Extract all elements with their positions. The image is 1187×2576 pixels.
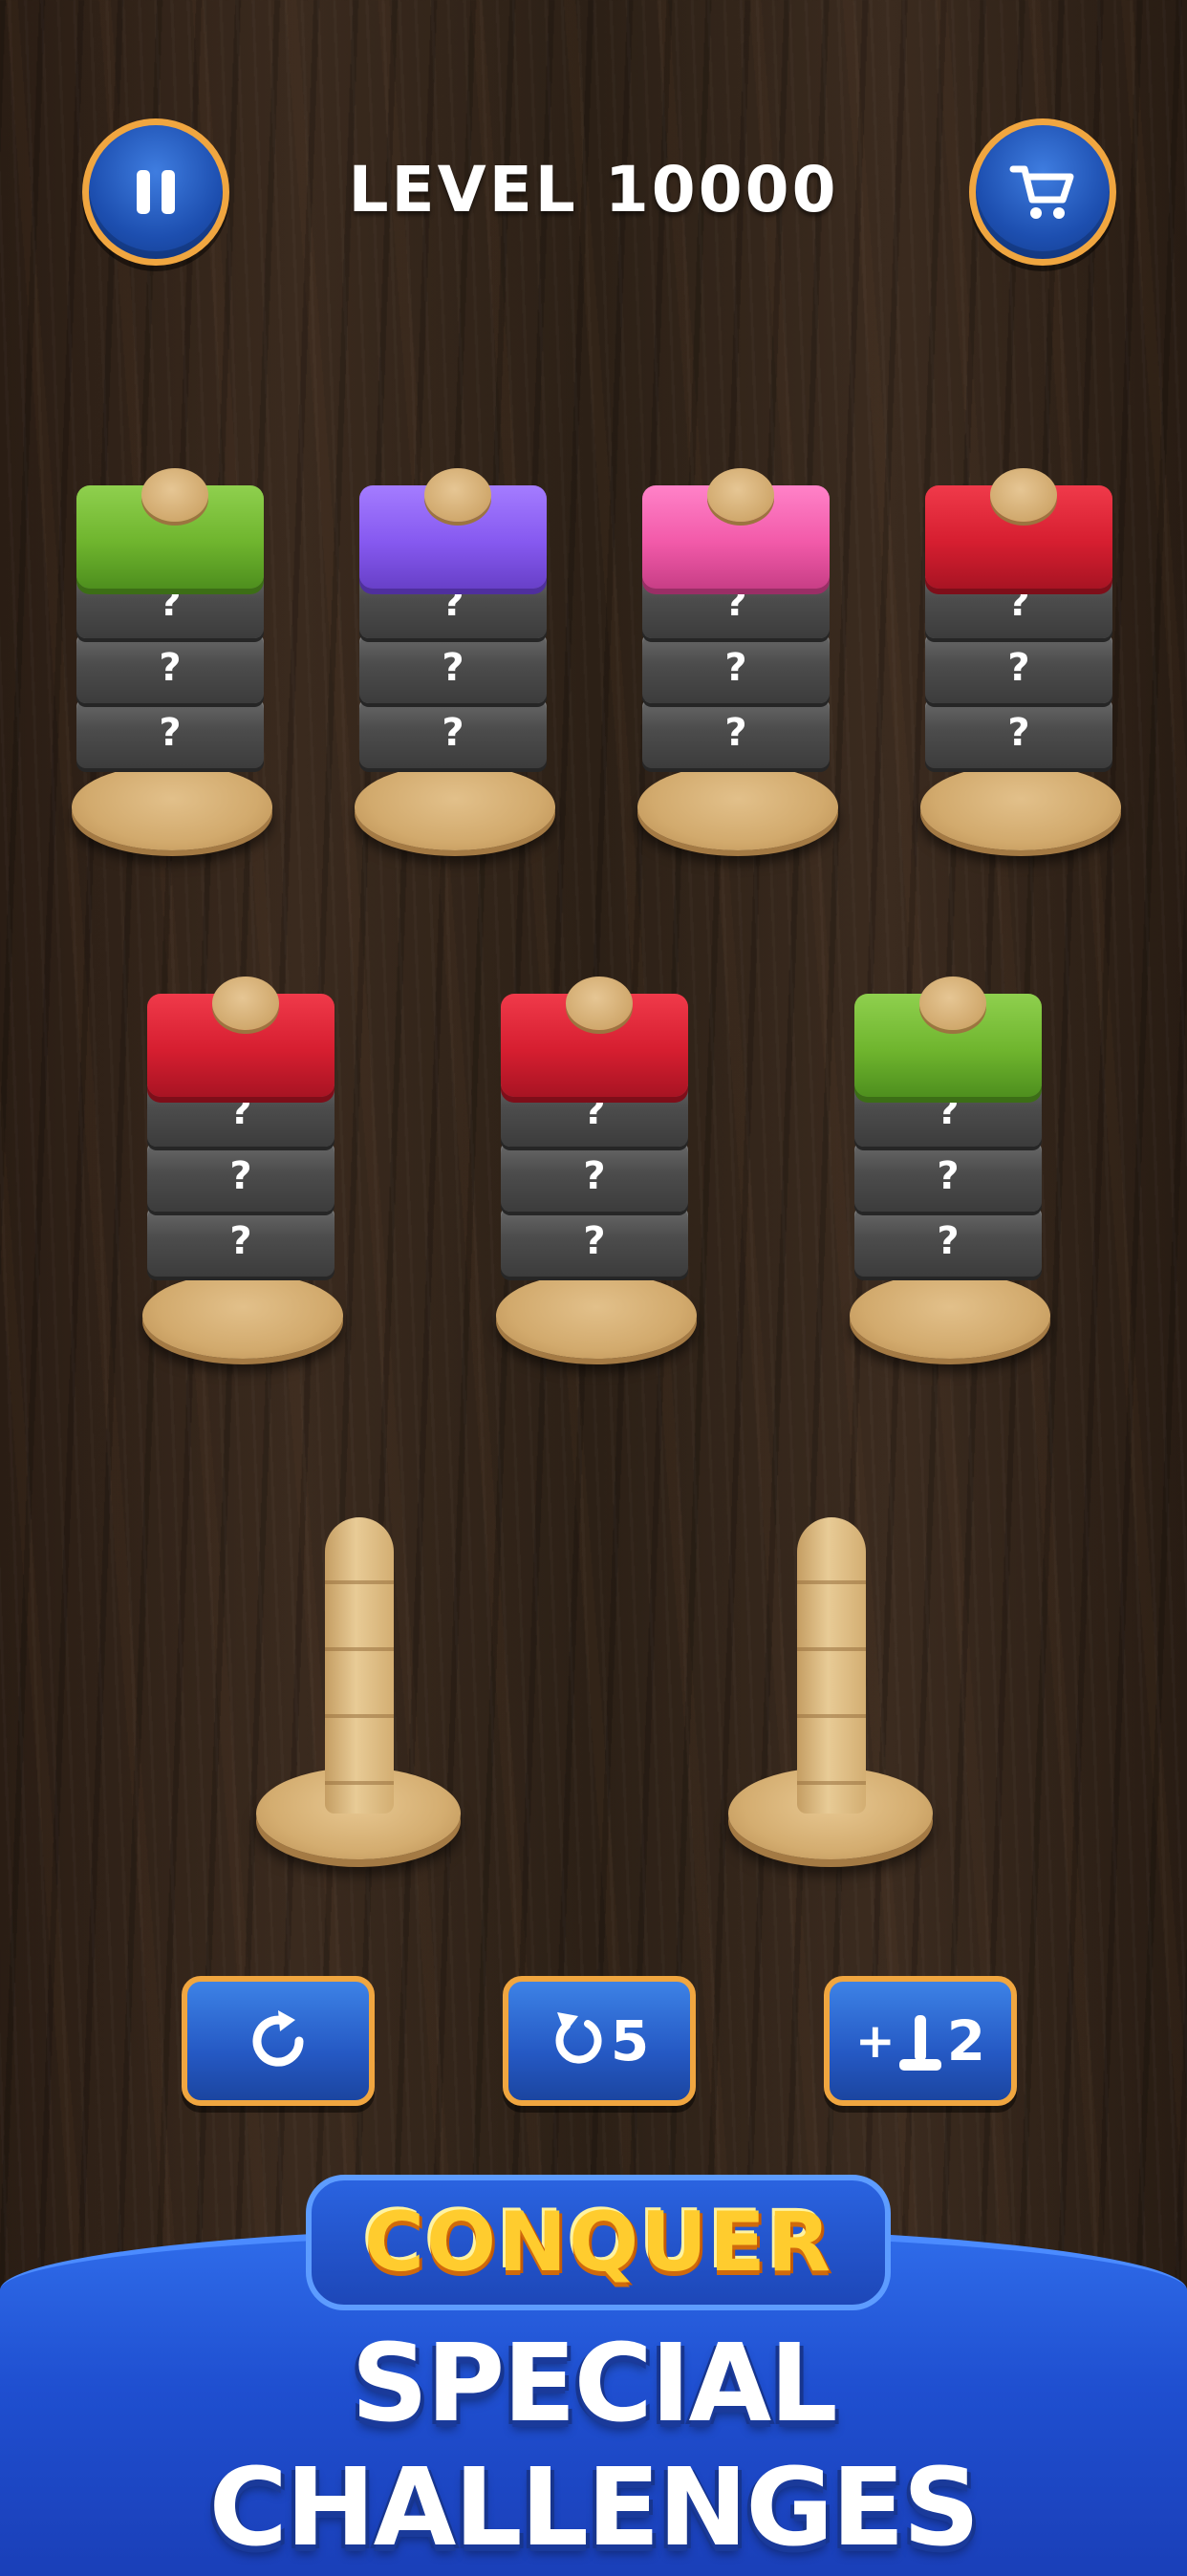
banner-badge: CONQUER: [306, 2175, 891, 2310]
hidden-block: ?: [147, 1206, 335, 1277]
peg-knob: [212, 977, 279, 1030]
hidden-block: ?: [854, 1141, 1042, 1212]
undo-count: 5: [610, 2008, 650, 2073]
undo-button[interactable]: 5: [503, 1976, 696, 2106]
add-peg-icon: [898, 2015, 941, 2071]
add-peg-count: 2: [946, 2008, 986, 2073]
level-word: LEVEL: [348, 153, 578, 226]
peg-stack[interactable]: ? ? ?: [350, 468, 570, 850]
cart-icon: [1009, 165, 1074, 219]
peg-stack[interactable]: ? ? ?: [138, 977, 357, 1359]
peg-knob: [424, 468, 491, 522]
empty-peg[interactable]: [256, 1496, 466, 1859]
level-number: 10000: [604, 153, 839, 226]
peg-knob: [707, 468, 774, 522]
shop-button[interactable]: [969, 118, 1116, 266]
peg-stack[interactable]: ? ? ?: [916, 468, 1135, 850]
restart-icon: [252, 2010, 304, 2067]
hidden-block: ?: [925, 698, 1112, 768]
peg-knob: [141, 468, 208, 522]
banner-line2: SPECIAL CHALLENGES: [208, 2322, 981, 2570]
banner-line1: CONQUER: [363, 2195, 833, 2290]
hidden-block: ?: [642, 698, 830, 768]
peg-knob: [566, 977, 633, 1030]
hidden-block: ?: [76, 698, 264, 768]
peg-knob: [990, 468, 1057, 522]
hidden-block: ?: [925, 633, 1112, 703]
add-peg-prefix: +: [854, 2013, 896, 2069]
hidden-block: ?: [501, 1206, 688, 1277]
peg-stack[interactable]: ? ? ?: [633, 468, 852, 850]
hidden-block: ?: [359, 633, 547, 703]
peg-stack[interactable]: ? ? ?: [67, 468, 287, 850]
empty-peg[interactable]: [728, 1496, 939, 1859]
undo-icon: [555, 2012, 602, 2064]
hidden-block: ?: [642, 633, 830, 703]
hidden-block: ?: [359, 698, 547, 768]
peg-stack[interactable]: ? ? ?: [845, 977, 1065, 1359]
hidden-block: ?: [147, 1141, 335, 1212]
peg-stack[interactable]: ? ? ?: [491, 977, 711, 1359]
peg-knob: [919, 977, 986, 1030]
hidden-block: ?: [76, 633, 264, 703]
hidden-block: ?: [854, 1206, 1042, 1277]
hidden-block: ?: [501, 1141, 688, 1212]
add-peg-button[interactable]: + 2: [824, 1976, 1017, 2106]
restart-button[interactable]: [182, 1976, 375, 2106]
